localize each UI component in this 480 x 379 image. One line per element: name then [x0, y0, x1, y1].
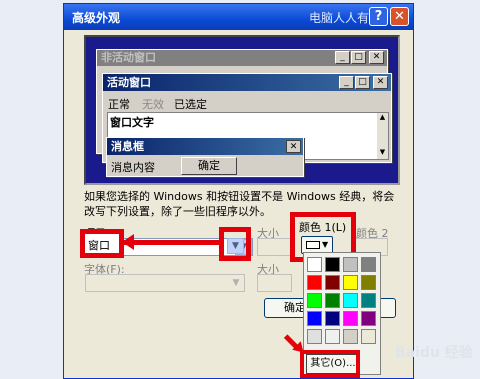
item-highlight-box: 窗口 [80, 229, 124, 258]
message-box-preview: 消息框 ✕ 消息内容 确定 [106, 137, 304, 177]
color-swatch[interactable] [361, 329, 376, 344]
chevron-down-icon: ▼ [232, 278, 240, 288]
arrow-left-icon [122, 234, 134, 250]
baidu-watermark: Baidu 经验 [395, 345, 473, 361]
color-swatch[interactable] [307, 293, 322, 308]
font-dropdown: ▼ [85, 274, 245, 292]
close-icon: ✕ [369, 51, 384, 64]
minimize-icon: _ [335, 51, 350, 64]
scrollbar[interactable]: ▲ ▼ [377, 113, 388, 159]
color-swatch[interactable] [343, 293, 358, 308]
appearance-preview[interactable]: 非活动窗口 _ □ ✕ 活动窗口 _ □ ✕ 正常 无效 已选定 窗口文字 ▲ … [84, 35, 400, 185]
scroll-up-icon[interactable]: ▲ [377, 113, 388, 124]
menu-item-normal: 正常 [108, 98, 130, 111]
help-button[interactable]: ? [369, 7, 388, 26]
close-button[interactable]: ✕ [390, 7, 409, 26]
color-swatch[interactable] [325, 257, 340, 272]
close-icon: ✕ [286, 140, 301, 153]
chevron-down-icon: ▼ [227, 238, 244, 254]
color-swatch[interactable] [361, 293, 376, 308]
color-swatch[interactable] [361, 311, 376, 326]
color-swatch[interactable] [307, 275, 322, 290]
color-swatch[interactable] [325, 293, 340, 308]
window-text: 窗口文字 [110, 116, 154, 129]
color1-label: 颜色 1(L) [299, 221, 347, 234]
dialog-title: 高级外观 [72, 11, 121, 25]
message-box-ok-button: 确定 [181, 157, 237, 175]
size-spinner [257, 238, 292, 256]
scroll-down-icon[interactable]: ▼ [377, 148, 388, 159]
color-swatch[interactable] [307, 311, 322, 326]
color-swatch[interactable] [361, 257, 376, 272]
maximize-icon: □ [355, 76, 370, 89]
color-swatch[interactable] [361, 275, 376, 290]
color-grid[interactable] [307, 257, 381, 345]
title-watermark: 电脑人人有 [309, 11, 370, 25]
item-highlight-value: 窗口 [88, 239, 110, 252]
chevron-down-icon: ▼ [322, 240, 329, 249]
color-swatch[interactable] [343, 311, 358, 326]
color-swatch[interactable] [343, 257, 358, 272]
color-swatch[interactable] [325, 311, 340, 326]
color-swatch[interactable] [343, 329, 358, 344]
color-swatch[interactable] [307, 257, 322, 272]
message-box-title: 消息框 [107, 138, 303, 155]
other-button-highlight [300, 350, 360, 378]
close-icon: ✕ [373, 76, 388, 89]
font-size-dropdown [257, 274, 292, 292]
screen: { "dialog": { "title": "高级外观", "title_wa… [0, 0, 480, 379]
title-bar[interactable]: 高级外观 电脑人人有 ? ✕ [64, 4, 413, 30]
minimize-icon: _ [339, 76, 354, 89]
color-swatch[interactable] [325, 275, 340, 290]
message-box-text: 消息内容 [111, 161, 155, 174]
color-swatch[interactable] [325, 329, 340, 344]
menu-item-disabled: 无效 [142, 98, 164, 111]
maximize-icon: □ [351, 51, 366, 64]
menu-item-selected: 已选定 [174, 98, 207, 111]
color-swatch[interactable] [343, 275, 358, 290]
dropdown-highlight-box: ▼ [219, 227, 251, 261]
color-swatch[interactable] [307, 329, 322, 344]
color-swatch [306, 241, 320, 249]
arrow-shaft [124, 240, 220, 245]
